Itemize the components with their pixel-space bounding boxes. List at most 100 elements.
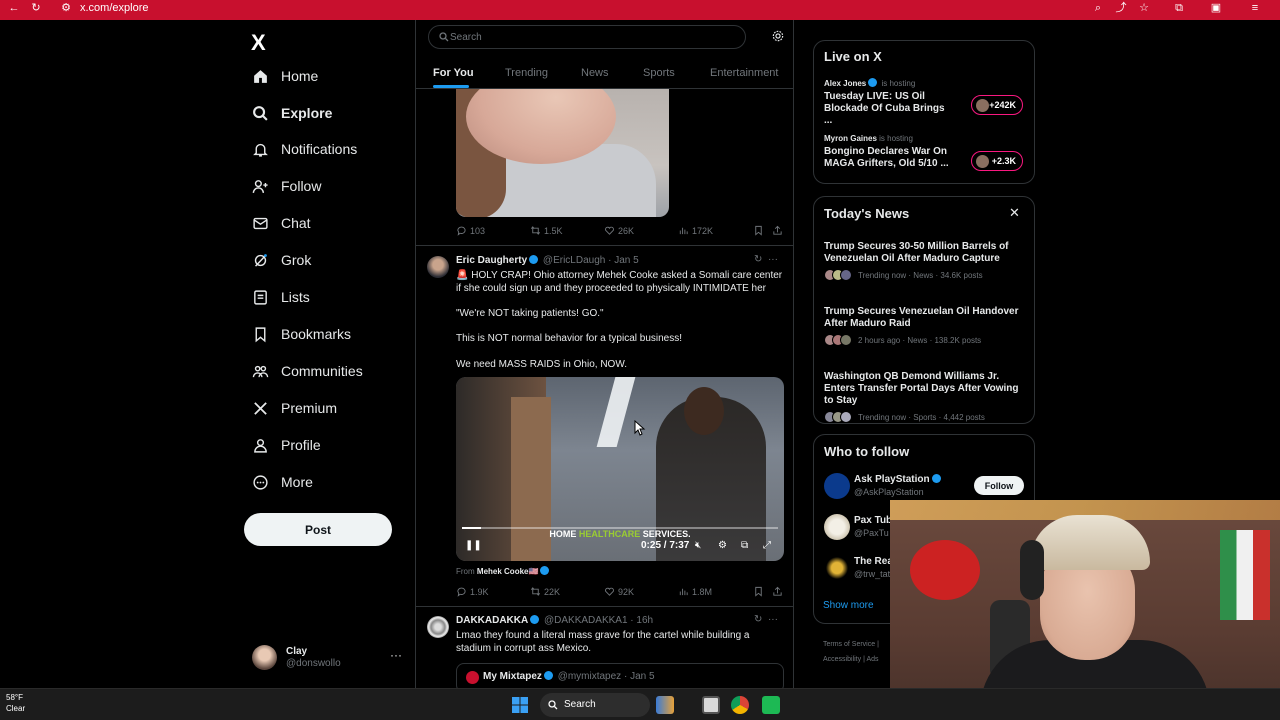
author-handle[interactable]: @DAKKADAKKA1 (544, 615, 628, 626)
news-item[interactable]: Trump Secures Venezuelan Oil Handover Af… (824, 306, 1029, 346)
avatar[interactable] (427, 256, 449, 278)
hosting-label: is hosting (879, 134, 913, 143)
repost-button[interactable]: 1.5K (530, 225, 563, 236)
suggestion-item[interactable]: Ask PlayStation @AskPlayStation Follow (824, 471, 1029, 503)
site-info-icon[interactable]: ⚙ (60, 2, 72, 14)
post-button[interactable]: Post (244, 513, 392, 546)
nav-communities[interactable]: Communities (251, 357, 363, 385)
like-count: 26K (618, 225, 635, 236)
grok-icon[interactable]: ↻ (754, 614, 762, 625)
taskbar-search[interactable]: Search (540, 693, 650, 717)
footer-link[interactable]: Accessibility | Ads (823, 652, 879, 667)
repost-button[interactable]: 22K (530, 586, 560, 597)
heart-icon (605, 587, 614, 596)
x-logo-icon[interactable]: X (251, 30, 266, 56)
tab-entertainment[interactable]: Entertainment (710, 67, 778, 79)
follow-button[interactable]: Follow (974, 476, 1024, 495)
user-name: Clay (286, 646, 308, 657)
suggestion-handle: @AskPlayStation (854, 487, 924, 497)
nav-more[interactable]: More (251, 468, 313, 496)
grok-icon[interactable]: ↻ (754, 254, 762, 265)
settings-icon[interactable]: ⚙ (718, 540, 727, 551)
bookmark-star-icon[interactable]: ☆ (1138, 2, 1150, 14)
mute-icon[interactable]: 🔇︎ (695, 540, 701, 551)
chrome-icon[interactable] (731, 696, 749, 714)
account-switcher[interactable]: Clay @donswollo ··· (252, 644, 402, 674)
nav-home[interactable]: Home (251, 62, 318, 90)
more-icon[interactable]: ··· (768, 614, 778, 625)
pip-icon[interactable]: ⧉ (741, 540, 748, 551)
footer-links: Terms of Service | Accessibility | Ads (823, 637, 879, 667)
file-explorer-icon[interactable] (702, 696, 720, 714)
views-button[interactable]: 172K (678, 225, 713, 236)
tweet-image[interactable] (456, 89, 669, 217)
search-input[interactable]: Search (428, 25, 746, 49)
nav-grok[interactable]: Grok (251, 246, 311, 274)
caption-text: HOME (549, 529, 579, 539)
share-button[interactable] (772, 586, 786, 597)
nav-bookmarks[interactable]: Bookmarks (251, 320, 351, 348)
live-title: Tuesday LIVE: US Oil Blockade Of Cuba Br… (824, 91, 945, 126)
reply-icon (457, 587, 466, 597)
more-icon[interactable]: ··· (390, 648, 402, 662)
reply-button[interactable]: 1.9K (456, 586, 489, 597)
tab-news[interactable]: News (581, 67, 609, 79)
like-button[interactable]: 92K (604, 586, 634, 597)
tab-sports[interactable]: Sports (643, 67, 675, 79)
nav-lists[interactable]: Lists (251, 283, 310, 311)
avatar[interactable] (427, 616, 449, 638)
weather-widget[interactable]: 58°F Clear (6, 692, 25, 714)
quoted-tweet[interactable]: My Mixtapez @mymixtapez · Jan 5 (456, 663, 784, 688)
views-button[interactable]: 1.8M (678, 586, 712, 597)
live-listeners-pill[interactable]: +2.3K (971, 151, 1023, 171)
tab-trending[interactable]: Trending (505, 67, 548, 79)
fullscreen-icon[interactable]: ⤢ (763, 540, 771, 551)
nav-premium[interactable]: Premium (251, 394, 337, 422)
author-handle[interactable]: @EricLDaugh (543, 255, 605, 266)
source-name[interactable]: Mehek Cooke🇺🇸 (477, 567, 539, 576)
address-bar[interactable]: x.com/explore (80, 2, 148, 14)
author-name[interactable]: Eric Daugherty (456, 255, 527, 266)
app-icon[interactable] (762, 696, 780, 714)
tab-for-you[interactable]: For You (433, 67, 474, 79)
pause-icon[interactable]: ❚❚ (465, 540, 482, 551)
tweet-date[interactable]: · Jan 5 (608, 255, 639, 266)
tweet-actions: 1.9K 22K 92K 1.8M (456, 586, 786, 600)
live-listeners-pill[interactable]: +242K (971, 95, 1023, 115)
gear-icon[interactable] (771, 29, 785, 43)
nav-notifications[interactable]: Notifications (251, 135, 357, 163)
show-more-link[interactable]: Show more (823, 600, 874, 611)
zoom-icon[interactable]: ⌕ (1092, 2, 1104, 14)
quoted-header: My Mixtapez @mymixtapez · Jan 5 (483, 671, 655, 682)
nav-follow[interactable]: Follow (251, 172, 321, 200)
like-button[interactable]: 26K (604, 225, 634, 236)
windows-start-icon[interactable] (512, 697, 528, 713)
reload-icon[interactable]: ↻ (30, 2, 42, 14)
sidebar-icon[interactable]: ▣ (1210, 2, 1222, 14)
close-icon[interactable]: ✕ (1009, 205, 1020, 221)
more-icon[interactable]: ··· (768, 254, 778, 265)
share-icon[interactable]: ⤴ (1115, 2, 1127, 14)
video-player[interactable]: HOME HEALTHCARE SERVICES. ❚❚ 0:25 / 7:37… (456, 377, 784, 561)
nav-profile[interactable]: Profile (251, 431, 321, 459)
back-icon[interactable]: ← (8, 2, 20, 14)
host-name: Alex Jones (824, 79, 867, 88)
repost-count: 22K (544, 586, 561, 597)
menu-icon[interactable]: ≡ (1249, 2, 1261, 14)
nav-chat[interactable]: Chat (251, 209, 311, 237)
footer-link[interactable]: Terms of Service | (823, 637, 879, 652)
news-meta-text: Trending now · News · 34.6K posts (858, 270, 983, 280)
news-item[interactable]: Trump Secures 30-50 Million Barrels of V… (824, 241, 1029, 281)
share-button[interactable] (772, 225, 786, 236)
widgets-icon[interactable] (656, 696, 674, 714)
tweet-date[interactable]: · 16h (630, 615, 653, 626)
reply-button[interactable]: 103 (456, 225, 485, 236)
views-icon (679, 227, 688, 235)
bookmark-button[interactable] (753, 225, 767, 236)
bookmark-button[interactable] (753, 586, 767, 597)
news-item[interactable]: Washington QB Demond Williams Jr. Enters… (824, 371, 1029, 423)
avatar-group (824, 334, 852, 346)
extensions-icon[interactable]: ⧉ (1173, 2, 1185, 14)
nav-explore[interactable]: Explore (251, 99, 332, 127)
author-name[interactable]: DAKKADAKKA (456, 615, 528, 626)
